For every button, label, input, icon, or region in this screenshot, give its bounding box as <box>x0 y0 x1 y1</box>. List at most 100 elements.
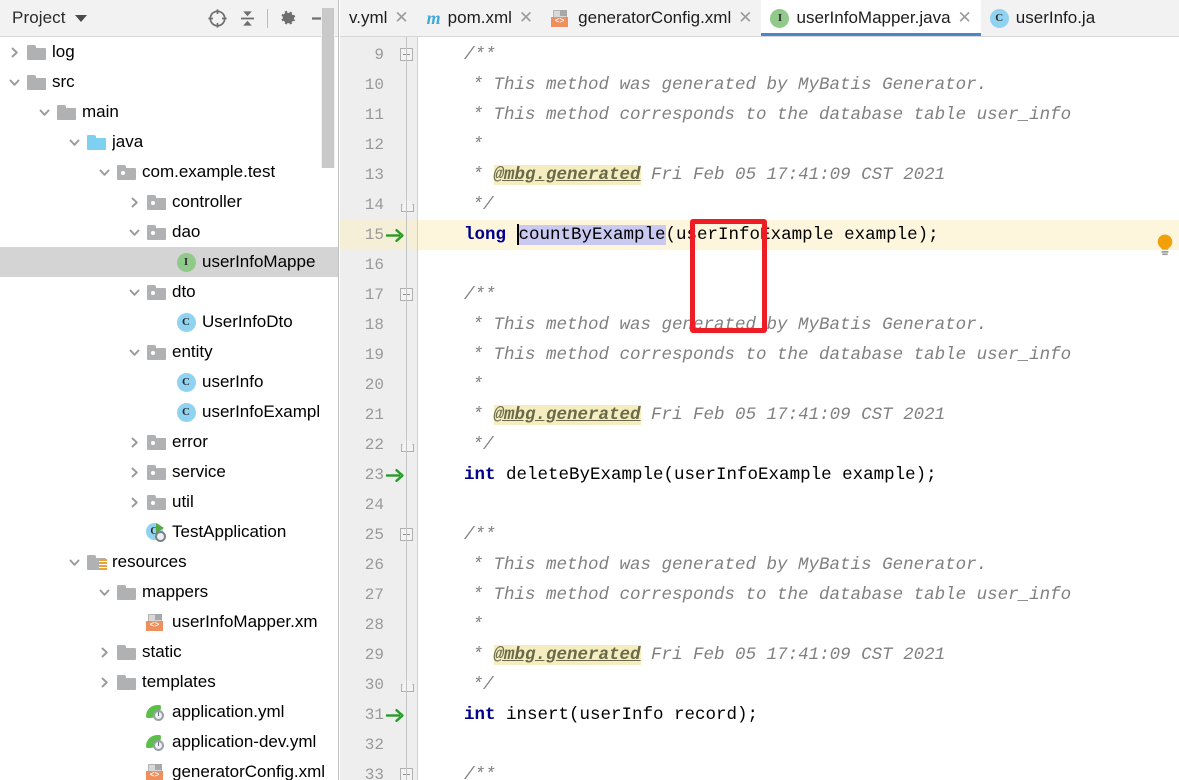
maven-icon: m <box>426 7 441 28</box>
folder-package-icon <box>146 194 166 210</box>
line-number: 26 <box>364 556 384 574</box>
tree-row-util[interactable]: util <box>0 487 338 517</box>
close-icon[interactable]: ✕ <box>519 9 533 27</box>
editor-tab-userinfo-ja[interactable]: CuserInfo.ja <box>981 0 1104 36</box>
scroll-from-source-icon[interactable] <box>202 3 232 33</box>
twisty-down-icon[interactable] <box>124 226 144 239</box>
code-line-33: /** <box>418 760 496 780</box>
sidebar-scrollbar-thumb[interactable] <box>322 8 334 168</box>
tree-item-label: log <box>52 42 75 61</box>
folder-icon <box>116 674 136 690</box>
tree-item-label: mappers <box>142 582 209 601</box>
implementation-arrow-icon[interactable] <box>384 227 406 244</box>
twisty-down-icon[interactable] <box>124 346 144 359</box>
implementation-arrow-icon[interactable] <box>384 467 406 484</box>
tree-row-application-yml[interactable]: application.yml <box>0 697 338 727</box>
twisty-down-icon[interactable] <box>64 136 84 149</box>
tree-row-userinfo[interactable]: CuserInfo <box>0 367 338 397</box>
class-icon: C <box>176 372 196 392</box>
comment-text: */ <box>472 435 494 455</box>
comment-timestamp: Fri Feb 05 17:41:09 CST 2021 <box>640 165 946 185</box>
close-icon[interactable]: ✕ <box>958 9 972 27</box>
ide-window: Project log src main java com.example.te… <box>0 0 1179 780</box>
tree-row-entity[interactable]: entity <box>0 337 338 367</box>
folder-icon <box>116 644 136 660</box>
close-icon[interactable]: ✕ <box>394 9 408 27</box>
tree-item-label: generatorConfig.xml <box>172 762 326 780</box>
tree-item-label: userInfo <box>202 372 264 391</box>
twisty-right-icon[interactable] <box>124 466 144 479</box>
tree-row-controller[interactable]: controller <box>0 187 338 217</box>
gear-icon[interactable] <box>273 3 303 33</box>
tree-row-templates[interactable]: templates <box>0 667 338 697</box>
tree-item-label: java <box>112 132 144 151</box>
tree-item-label: static <box>142 642 182 661</box>
java-keyword: int <box>464 705 496 725</box>
tree-row-generatorconfig-xml[interactable]: <> generatorConfig.xml <box>0 757 338 780</box>
tree-row-userinfomapper-xm[interactable]: <> userInfoMapper.xm <box>0 607 338 637</box>
chevron-down-icon[interactable] <box>74 14 87 22</box>
tree-row-userinfomappe[interactable]: IuserInfoMappe <box>0 247 338 277</box>
twisty-down-icon[interactable] <box>124 286 144 299</box>
code-editor[interactable]: 9 10 11 12 13 14 15 16 17 18 19 20 21 22 23 24 25 26 27 28 2… <box>340 37 1179 780</box>
editor-tab-userinfomapper-java[interactable]: IuserInfoMapper.java ✕ <box>761 0 982 36</box>
twisty-down-icon[interactable] <box>94 166 114 179</box>
comment-timestamp: Fri Feb 05 17:41:09 CST 2021 <box>640 405 946 425</box>
tree-item-label: error <box>172 432 208 451</box>
tree-row-dao[interactable]: dao <box>0 217 338 247</box>
tree-item-label: entity <box>172 342 213 361</box>
code-line-31: int insert(userInfo record); <box>418 700 758 730</box>
editor-tab-bar[interactable]: v.yml ✕ m pom.xml ✕ <> generatorConfig.xml ✕ Ius… <box>340 0 1179 37</box>
tree-item-label: userInfoExampl <box>202 402 321 421</box>
comment-text: * <box>472 645 494 665</box>
comment-text: * This method corresponds to the databas… <box>472 345 1072 365</box>
folder-package-icon <box>146 344 166 360</box>
tree-row-error[interactable]: error <box>0 427 338 457</box>
twisty-right-icon[interactable] <box>4 46 24 59</box>
tree-row-userinfodto[interactable]: C UserInfoDto <box>0 307 338 337</box>
twisty-right-icon[interactable] <box>124 436 144 449</box>
tree-row-java[interactable]: java <box>0 127 338 157</box>
tree-row-resources[interactable]: resources <box>0 547 338 577</box>
tree-row-static[interactable]: static <box>0 637 338 667</box>
code-line-26: * This method was generated by MyBatis G… <box>418 550 988 580</box>
line-number: 20 <box>364 376 384 394</box>
editor-tab-v-yml[interactable]: v.yml ✕ <box>340 0 418 36</box>
close-icon[interactable]: ✕ <box>738 9 752 27</box>
line-number: 10 <box>364 76 384 94</box>
method-signature: deleteByExample(userInfoExample example)… <box>495 465 937 485</box>
tree-row-main[interactable]: main <box>0 97 338 127</box>
yml-file-icon <box>146 703 166 721</box>
comment-text: * <box>472 405 494 425</box>
collapse-all-icon[interactable] <box>232 3 262 33</box>
project-tree[interactable]: log src main java com.example.test controller… <box>0 37 338 780</box>
twisty-right-icon[interactable] <box>94 676 114 689</box>
editor-tab-generatorconfig-xml[interactable]: <> generatorConfig.xml ✕ <box>542 0 761 36</box>
line-number: 11 <box>364 106 384 124</box>
twisty-down-icon[interactable] <box>4 76 24 89</box>
code-line-12: * <box>418 130 484 160</box>
tree-item-label: controller <box>172 192 242 211</box>
tree-item-label: application.yml <box>172 702 285 721</box>
twisty-right-icon[interactable] <box>94 646 114 659</box>
tree-row-userinfoexampl[interactable]: CuserInfoExampl <box>0 397 338 427</box>
tree-row-mappers[interactable]: mappers <box>0 577 338 607</box>
twisty-down-icon[interactable] <box>94 586 114 599</box>
twisty-down-icon[interactable] <box>64 556 84 569</box>
tree-row-src[interactable]: src <box>0 67 338 97</box>
tree-row-log[interactable]: log <box>0 37 338 67</box>
implementation-arrow-icon[interactable] <box>384 707 406 724</box>
toolbar-divider <box>267 8 268 28</box>
line-number: 18 <box>364 316 384 334</box>
tree-row-service[interactable]: service <box>0 457 338 487</box>
lightbulb-icon[interactable] <box>1154 233 1176 264</box>
twisty-right-icon[interactable] <box>124 196 144 209</box>
twisty-right-icon[interactable] <box>124 496 144 509</box>
tree-row-com-example-test[interactable]: com.example.test <box>0 157 338 187</box>
editor-tab-pom-xml[interactable]: m pom.xml ✕ <box>418 0 543 36</box>
tree-row-application-dev-yml[interactable]: application-dev.yml <box>0 727 338 757</box>
tree-row-testapplication[interactable]: C TestApplication <box>0 517 338 547</box>
tree-row-dto[interactable]: dto <box>0 277 338 307</box>
twisty-down-icon[interactable] <box>34 106 54 119</box>
